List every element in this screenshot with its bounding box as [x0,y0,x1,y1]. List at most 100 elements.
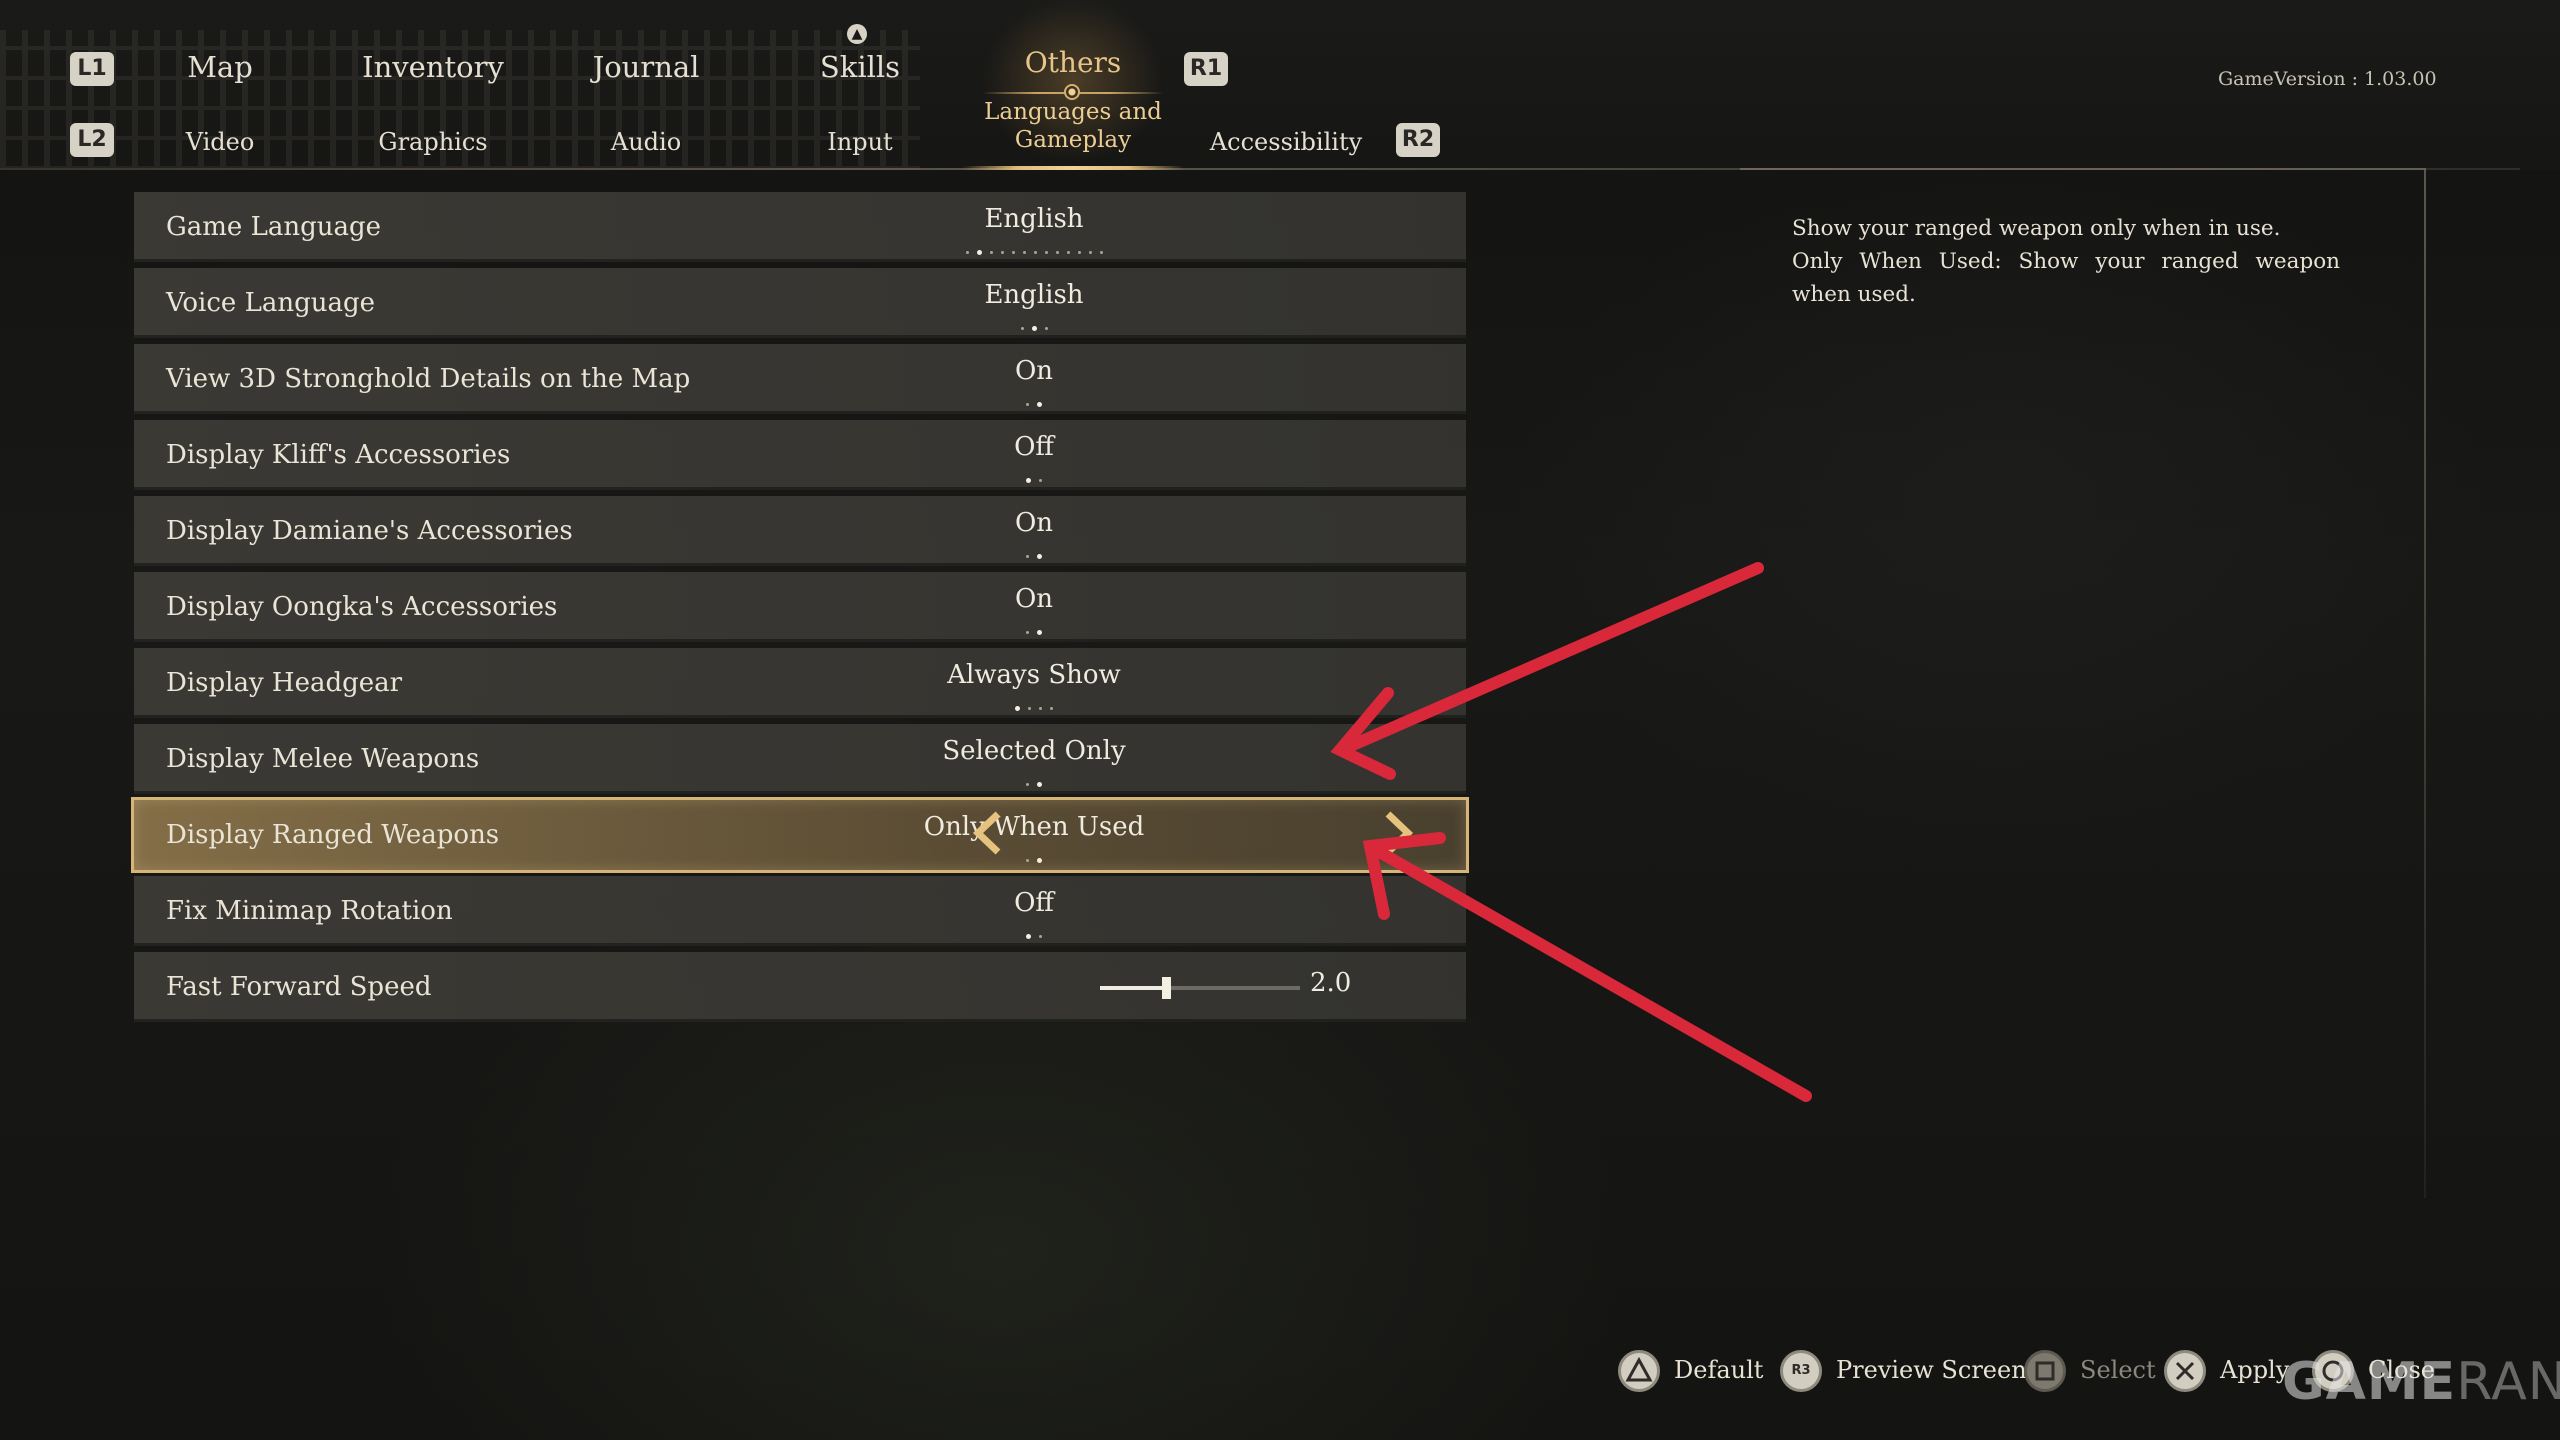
setting-row[interactable]: Display Oongka's Accessories On [134,572,1466,642]
option-dot [1037,782,1042,787]
option-dot [1037,858,1042,863]
setting-description: Show your ranged weapon only when in use… [1792,212,2340,311]
option-position-dots [634,242,1434,255]
footer-apply-label: Apply [2220,1356,2290,1384]
setting-label: Display Melee Weapons [166,744,480,774]
slider-handle[interactable] [1162,977,1171,999]
tab-skills[interactable]: Skills [760,50,960,84]
option-dot [1028,707,1031,710]
subtab-accessibility[interactable]: Accessibility [1186,128,1386,156]
option-dot [1011,251,1015,254]
setting-row[interactable]: Display Ranged Weapons Only When Used [134,800,1466,870]
option-position-dots [634,622,1434,635]
setting-label: Display Headgear [166,668,403,698]
option-dot [1015,706,1020,711]
option-position-dots [634,470,1434,483]
footer-preview-label: Preview Screen [1836,1356,2027,1384]
setting-row[interactable]: Display Melee Weapons Selected Only [134,724,1466,794]
setting-row[interactable]: Display Damiane's Accessories On [134,496,1466,566]
previous-option-arrow-icon[interactable] [968,808,1008,858]
footer-select-label: Select [2080,1356,2156,1384]
setting-value[interactable]: Only When Used [634,812,1434,842]
subtab-video[interactable]: Video [120,128,320,156]
option-dot [1026,859,1029,862]
option-position-dots [634,850,1434,863]
option-dot [976,250,982,255]
option-dot [1044,251,1048,254]
subtab-input[interactable]: Input [760,128,960,156]
setting-row[interactable]: Voice Language English [134,268,1466,338]
r3-button-icon: R3 [1780,1350,1822,1392]
option-dot [1026,478,1031,483]
r2-button-badge[interactable]: R2 [1396,123,1440,157]
game-version: GameVersion : 1.03.00 [2218,68,2437,90]
setting-row[interactable]: View 3D Stronghold Details on the Map On [134,344,1466,414]
setting-row[interactable]: Game Language English [134,192,1466,262]
option-dot [1088,251,1092,254]
option-dot [1020,327,1024,330]
setting-value[interactable]: On [634,356,1434,386]
option-dot [1026,403,1029,406]
setting-label: Fix Minimap Rotation [166,896,453,926]
option-dot [1022,251,1026,254]
option-dot [1039,707,1042,710]
option-dot [1039,479,1042,482]
option-dot [1039,935,1042,938]
setting-row[interactable]: Fast Forward Speed 2.0 [134,952,1466,1022]
setting-value[interactable]: On [634,584,1434,614]
watermark-rant: RANT [2456,1352,2560,1412]
option-position-dots [634,546,1434,559]
setting-label: Display Ranged Weapons [166,820,500,850]
option-position-dots [634,774,1434,787]
r1-button-badge[interactable]: R1 [1184,52,1228,86]
description-line-1: Show your ranged weapon only when in use… [1792,216,2281,241]
option-dot [1099,251,1103,254]
option-dot [1037,554,1042,559]
setting-label: Display Damiane's Accessories [166,516,573,546]
triangle-button-icon [1618,1350,1660,1392]
setting-label: View 3D Stronghold Details on the Map [166,364,691,394]
option-dot [965,251,969,254]
footer-default-label: Default [1674,1356,1764,1384]
tab-others[interactable]: Others [960,46,1186,79]
option-dot [1066,251,1070,254]
option-dot [1000,251,1004,254]
setting-value[interactable]: On [634,508,1434,538]
option-dot [1026,934,1031,939]
next-option-arrow-icon[interactable] [1378,808,1418,858]
l1-button-badge[interactable]: L1 [70,52,114,86]
option-dot [989,251,993,254]
setting-row[interactable]: Fix Minimap Rotation Off [134,876,1466,946]
subtab-audio[interactable]: Audio [546,128,746,156]
option-dot [1037,630,1042,635]
setting-value[interactable]: Selected Only [634,736,1434,766]
subtab-languages-and-gameplay[interactable]: Languages and Gameplay [960,98,1186,154]
description-line-2: Only When Used: Show your ranged weapon … [1792,249,2340,307]
description-panel-top-border [1740,168,2424,170]
description-panel-side-border [2424,168,2426,1198]
l2-button-badge[interactable]: L2 [70,123,114,157]
setting-value[interactable]: English [634,204,1434,234]
setting-row[interactable]: Display Kliff's Accessories Off [134,420,1466,490]
option-dot [1050,707,1053,710]
setting-label: Game Language [166,212,382,242]
setting-value[interactable]: Off [634,888,1434,918]
setting-value[interactable]: Off [634,432,1434,462]
option-dot [1055,251,1059,254]
option-dot [1033,251,1037,254]
tab-map[interactable]: Map [120,50,320,84]
tab-journal[interactable]: Journal [546,50,746,84]
subtab-graphics[interactable]: Graphics [333,128,533,156]
setting-row[interactable]: Display Headgear Always Show [134,648,1466,718]
option-dot [1037,402,1042,407]
subtab-active-line1: Languages and [984,99,1162,125]
option-dot [1026,783,1029,786]
setting-label: Display Oongka's Accessories [166,592,558,622]
setting-value[interactable]: English [634,280,1434,310]
fast-forward-slider[interactable] [1100,977,1300,999]
cross-button-icon [2164,1350,2206,1392]
setting-value[interactable]: Always Show [634,660,1434,690]
tab-inventory[interactable]: Inventory [333,50,533,84]
option-dot [1077,251,1081,254]
slider-value: 2.0 [1310,968,1352,998]
